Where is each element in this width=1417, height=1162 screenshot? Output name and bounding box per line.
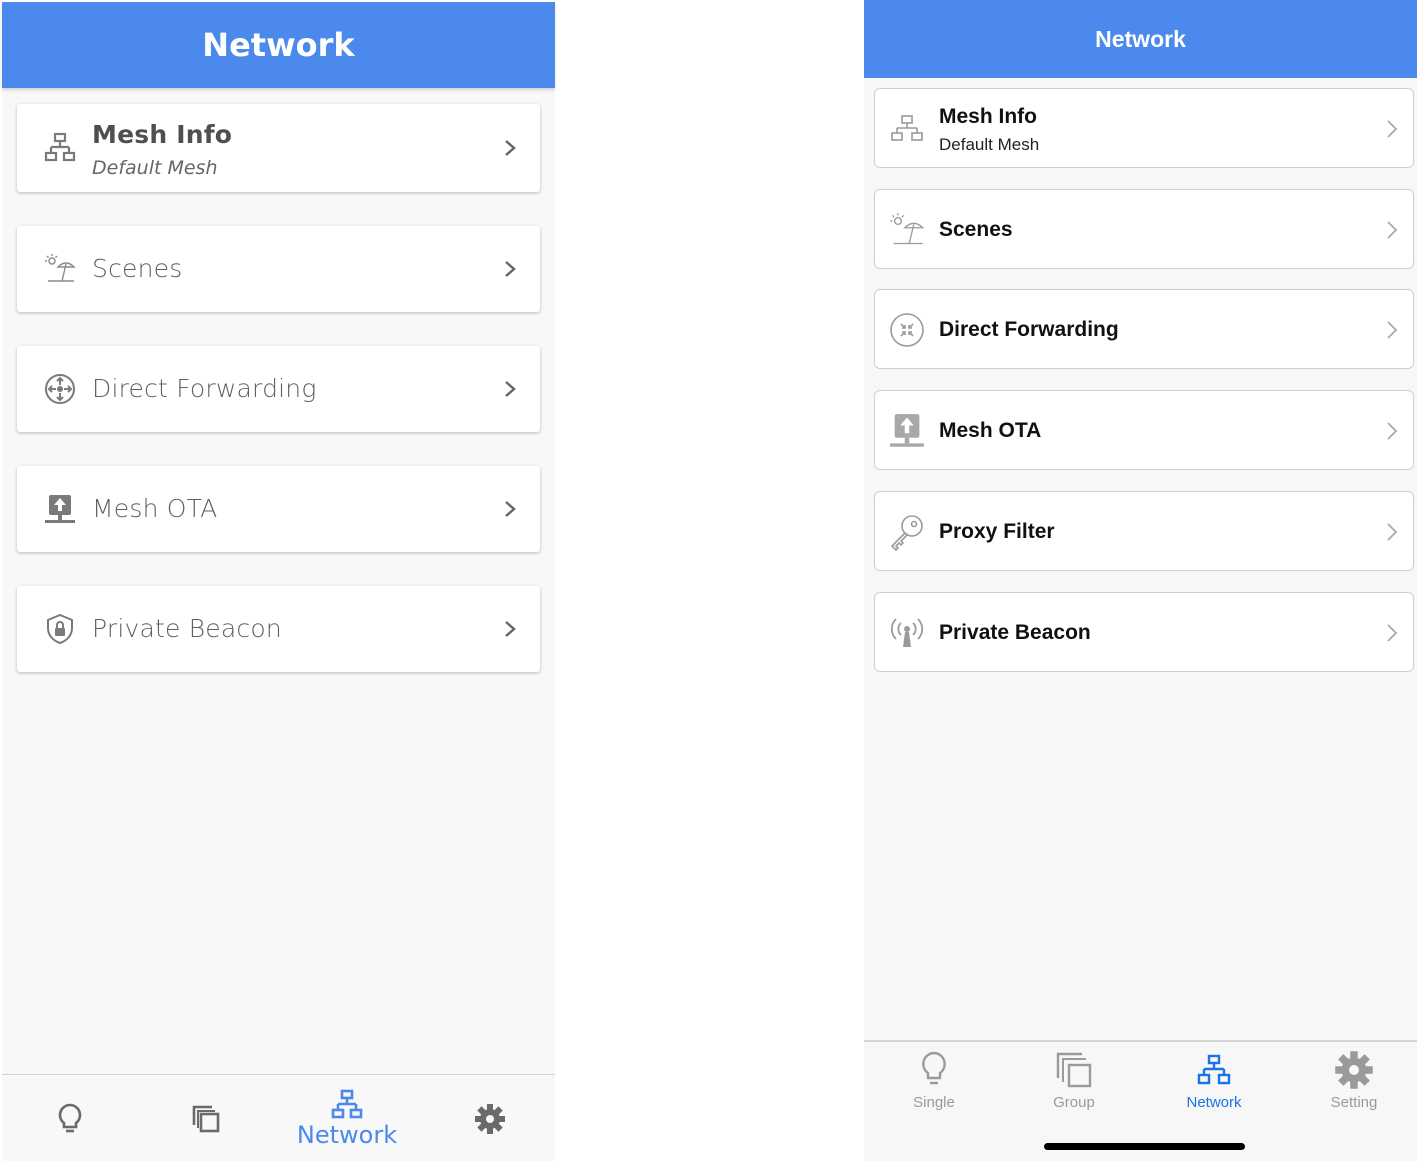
scenes-label: Scenes <box>92 254 183 283</box>
mesh-info-item[interactable]: Mesh Info Default Mesh <box>17 104 540 192</box>
scenes-item[interactable]: Scenes <box>17 226 540 312</box>
network-icon <box>43 131 77 165</box>
tab-group-label: Group <box>1053 1094 1095 1111</box>
proxy-filter-label: Proxy Filter <box>939 520 1055 543</box>
mesh-ota-item[interactable]: Mesh OTA <box>874 390 1414 470</box>
chevron-right-icon <box>1387 422 1398 440</box>
key-icon <box>887 512 927 552</box>
direct-forwarding-item[interactable]: Direct Forwarding <box>874 289 1414 369</box>
tab-single[interactable]: Single <box>864 1050 1004 1111</box>
mesh-ota-label: Mesh OTA <box>92 494 218 523</box>
chevron-right-icon <box>505 261 516 277</box>
upload-icon <box>43 492 77 526</box>
android-screen: Network Mesh Info Default Mesh Scenes Di… <box>2 2 555 1161</box>
mesh-info-item[interactable]: Mesh Info Default Mesh <box>874 88 1414 168</box>
scenes-label: Scenes <box>939 218 1013 241</box>
direct-forwarding-item[interactable]: Direct Forwarding <box>17 346 540 432</box>
chevron-right-icon <box>1387 221 1398 239</box>
network-icon <box>331 1089 363 1118</box>
tab-network[interactable]: Network <box>292 1075 402 1162</box>
chevron-right-icon <box>1387 120 1398 138</box>
ios-screen: Network Mesh Info Default Mesh Scenes Di… <box>864 0 1417 1161</box>
forward-arrows-icon <box>43 372 77 406</box>
tab-setting-label: Setting <box>1330 1094 1378 1111</box>
chevron-right-icon <box>1387 624 1398 642</box>
mesh-ota-item[interactable]: Mesh OTA <box>17 466 540 552</box>
gear-icon <box>1335 1051 1373 1089</box>
group-copy-icon <box>192 1105 220 1132</box>
home-indicator[interactable] <box>1044 1143 1245 1150</box>
upload-icon <box>887 411 927 451</box>
network-icon <box>887 109 927 149</box>
group-copy-icon <box>1056 1052 1092 1088</box>
bottom-tab-bar: Network <box>2 1074 555 1161</box>
direct-forwarding-label: Direct Forwarding <box>92 374 317 403</box>
mesh-ota-label: Mesh OTA <box>939 419 1042 442</box>
chevron-right-icon <box>1387 321 1398 339</box>
beach-umbrella-icon <box>43 252 77 286</box>
mesh-info-label: Mesh Info <box>92 120 233 149</box>
private-beacon-item[interactable]: Private Beacon <box>874 592 1414 672</box>
lightbulb-icon <box>922 1051 946 1085</box>
tab-single-label: Single <box>913 1094 955 1111</box>
app-header: Network <box>2 2 555 88</box>
chevron-right-icon <box>505 381 516 397</box>
tab-setting[interactable] <box>470 1075 510 1162</box>
tab-setting[interactable]: Setting <box>1284 1050 1417 1111</box>
chevron-right-icon <box>1387 523 1398 541</box>
tab-network[interactable]: Network <box>1144 1050 1284 1111</box>
forward-arrows-icon <box>887 310 927 350</box>
page-title: Network <box>1095 25 1186 52</box>
tab-single[interactable] <box>50 1075 90 1162</box>
tab-network-label: Network <box>296 1120 398 1149</box>
mesh-info-sublabel: Default Mesh <box>939 135 1040 154</box>
chevron-right-icon <box>505 501 516 517</box>
broadcast-icon <box>887 613 927 653</box>
bottom-tab-bar: Single Group Network Setting <box>864 1040 1417 1161</box>
tab-group[interactable] <box>186 1075 226 1162</box>
network-icon <box>1197 1054 1231 1085</box>
lightbulb-icon <box>58 1103 82 1132</box>
page-title: Network <box>202 26 355 64</box>
proxy-filter-item[interactable]: Proxy Filter <box>874 491 1414 571</box>
beach-umbrella-icon <box>887 210 927 250</box>
direct-forwarding-label: Direct Forwarding <box>939 318 1119 341</box>
shield-lock-icon <box>43 612 77 646</box>
tab-network-label: Network <box>1186 1094 1242 1111</box>
chevron-right-icon <box>505 140 516 156</box>
chevron-right-icon <box>505 621 516 637</box>
scenes-item[interactable]: Scenes <box>874 189 1414 269</box>
mesh-info-sublabel: Default Mesh <box>92 157 218 179</box>
private-beacon-label: Private Beacon <box>939 621 1091 644</box>
private-beacon-label: Private Beacon <box>92 614 282 643</box>
mesh-info-label: Mesh Info <box>939 105 1037 128</box>
tab-group[interactable]: Group <box>1004 1050 1144 1111</box>
app-header: Network <box>864 0 1417 78</box>
gear-icon <box>475 1103 505 1134</box>
private-beacon-item[interactable]: Private Beacon <box>17 586 540 672</box>
